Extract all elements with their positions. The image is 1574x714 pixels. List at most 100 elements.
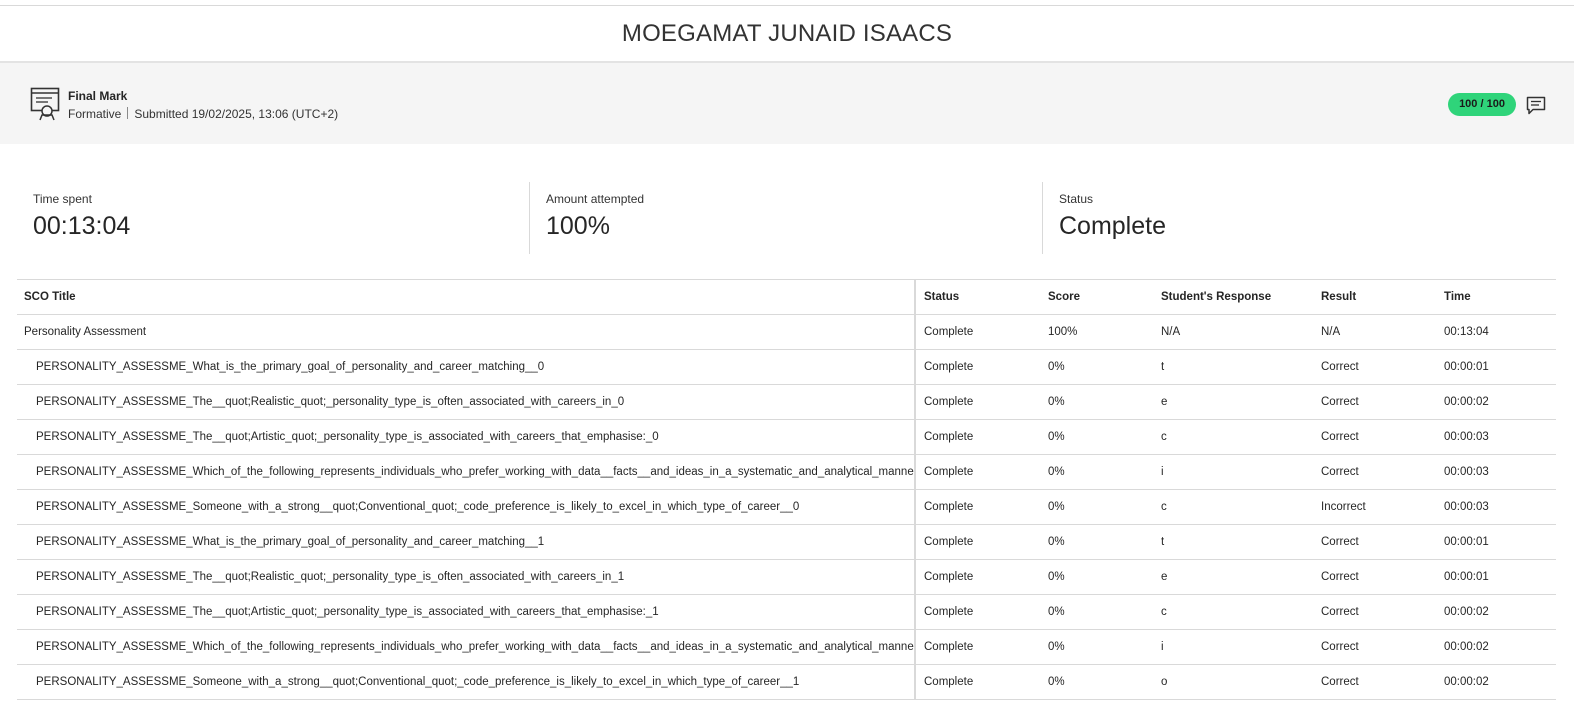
cell-result: Correct [1313, 664, 1436, 700]
table-row: PERSONALITY_ASSESSME_The__quot;Artistic_… [17, 419, 1556, 455]
cell-score: 100% [1040, 314, 1153, 350]
cell-result: Correct [1313, 594, 1436, 630]
cell-response: i [1153, 454, 1313, 490]
cell-status: Complete [915, 629, 1040, 665]
cell-status: Complete [915, 489, 1040, 525]
cell-result: Correct [1313, 454, 1436, 490]
cell-result: N/A [1313, 314, 1436, 350]
cell-sco-title: Personality Assessment [17, 314, 916, 350]
cell-status: Complete [915, 594, 1040, 630]
cell-time: 00:00:01 [1436, 349, 1556, 385]
column-header-time[interactable]: Time [1436, 279, 1556, 315]
stat-divider [529, 182, 530, 254]
cell-score: 0% [1040, 419, 1153, 455]
cell-result: Correct [1313, 524, 1436, 560]
cell-sco-title: PERSONALITY_ASSESSME_What_is_the_primary… [17, 349, 916, 385]
cell-status: Complete [915, 314, 1040, 350]
cell-sco-title: PERSONALITY_ASSESSME_Someone_with_a_stro… [17, 664, 916, 700]
assessment-type: Formative [68, 107, 122, 121]
cell-sco-title: PERSONALITY_ASSESSME_The__quot;Artistic_… [17, 419, 916, 455]
cell-result: Correct [1313, 419, 1436, 455]
table-row: PERSONALITY_ASSESSME_The__quot;Realistic… [17, 384, 1556, 420]
table-row: PERSONALITY_ASSESSME_The__quot;Artistic_… [17, 594, 1556, 630]
cell-result: Incorrect [1313, 489, 1436, 525]
sco-results-table: SCO Title Status Score Student's Respons… [17, 279, 1556, 700]
cell-status: Complete [915, 559, 1040, 595]
table-row: PERSONALITY_ASSESSME_Which_of_the_follow… [17, 629, 1556, 665]
cell-time: 00:00:02 [1436, 629, 1556, 665]
stat-value: 100% [546, 212, 610, 240]
table-body: Personality Assessment Complete 100% N/A N/A… [17, 314, 1556, 700]
cell-sco-title: PERSONALITY_ASSESSME_The__quot;Realistic… [17, 559, 916, 595]
cell-time: 00:00:01 [1436, 559, 1556, 595]
cell-score: 0% [1040, 594, 1153, 630]
cell-response: i [1153, 629, 1313, 665]
column-header-score[interactable]: Score [1040, 279, 1153, 315]
cell-sco-title: PERSONALITY_ASSESSME_Which_of_the_follow… [17, 454, 916, 490]
cell-score: 0% [1040, 489, 1153, 525]
cell-time: 00:00:02 [1436, 384, 1556, 420]
final-mark-title: Final Mark [68, 89, 128, 103]
cell-response: e [1153, 559, 1313, 595]
cell-sco-title: PERSONALITY_ASSESSME_Which_of_the_follow… [17, 629, 916, 665]
comment-icon[interactable] [1526, 96, 1546, 115]
column-header-response[interactable]: Student's Response [1153, 279, 1313, 315]
cell-status: Complete [915, 524, 1040, 560]
page-title: MOEGAMAT JUNAID ISAACS [621, 20, 953, 47]
cell-time: 00:00:03 [1436, 489, 1556, 525]
table-row: PERSONALITY_ASSESSME_Someone_with_a_stro… [17, 489, 1556, 525]
cell-sco-title: PERSONALITY_ASSESSME_The__quot;Realistic… [17, 384, 916, 420]
cell-status: Complete [915, 419, 1040, 455]
table-row: PERSONALITY_ASSESSME_Which_of_the_follow… [17, 454, 1556, 490]
cell-response: c [1153, 419, 1313, 455]
cell-score: 0% [1040, 559, 1153, 595]
meta-separator [127, 107, 129, 119]
stat-label: Status [1059, 192, 1094, 206]
cell-score: 0% [1040, 629, 1153, 665]
cell-sco-title: PERSONALITY_ASSESSME_The__quot;Artistic_… [17, 594, 916, 630]
stat-value: 00:13:04 [33, 212, 131, 240]
cell-result: Correct [1313, 559, 1436, 595]
cell-score: 0% [1040, 454, 1153, 490]
table-row: PERSONALITY_ASSESSME_Someone_with_a_stro… [17, 664, 1556, 700]
cell-score: 0% [1040, 384, 1153, 420]
cell-time: 00:00:01 [1436, 524, 1556, 560]
score-badge: 100 / 100 [1448, 93, 1516, 116]
stat-value: Complete [1059, 212, 1166, 240]
final-mark-summary: Final Mark Formative Submitted 19/02/2025… [0, 61, 1574, 144]
column-header-status[interactable]: Status [915, 279, 1040, 315]
cell-response: N/A [1153, 314, 1313, 350]
cell-time: 00:13:04 [1436, 314, 1556, 350]
submission-meta: Formative Submitted 19/02/2025, 13:06 (UT… [68, 107, 338, 121]
cell-score: 0% [1040, 524, 1153, 560]
cell-response: o [1153, 664, 1313, 700]
stat-divider [1042, 182, 1043, 254]
certificate-icon [30, 87, 60, 121]
cell-response: e [1153, 384, 1313, 420]
cell-result: Correct [1313, 629, 1436, 665]
cell-time: 00:00:02 [1436, 594, 1556, 630]
cell-status: Complete [915, 384, 1040, 420]
stat-label: Time spent [33, 192, 92, 206]
table-row: PERSONALITY_ASSESSME_What_is_the_primary… [17, 349, 1556, 385]
table-row-parent: Personality Assessment Complete 100% N/A N/A… [17, 314, 1556, 350]
cell-status: Complete [915, 454, 1040, 490]
column-header-result[interactable]: Result [1313, 279, 1436, 315]
cell-result: Correct [1313, 349, 1436, 385]
table-row: PERSONALITY_ASSESSME_The__quot;Realistic… [17, 559, 1556, 595]
stat-label: Amount attempted [546, 192, 645, 206]
column-header-sco-title[interactable]: SCO Title [17, 279, 916, 315]
cell-score: 0% [1040, 349, 1153, 385]
table-header-row: SCO Title Status Score Student's Respons… [17, 279, 1556, 315]
cell-result: Correct [1313, 384, 1436, 420]
cell-time: 00:00:03 [1436, 454, 1556, 490]
cell-response: t [1153, 349, 1313, 385]
cell-status: Complete [915, 664, 1040, 700]
cell-response: c [1153, 594, 1313, 630]
cell-response: t [1153, 524, 1313, 560]
cell-sco-title: PERSONALITY_ASSESSME_What_is_the_primary… [17, 524, 916, 560]
table-row: PERSONALITY_ASSESSME_What_is_the_primary… [17, 524, 1556, 560]
cell-score: 0% [1040, 664, 1153, 700]
cell-time: 00:00:02 [1436, 664, 1556, 700]
cell-time: 00:00:03 [1436, 419, 1556, 455]
